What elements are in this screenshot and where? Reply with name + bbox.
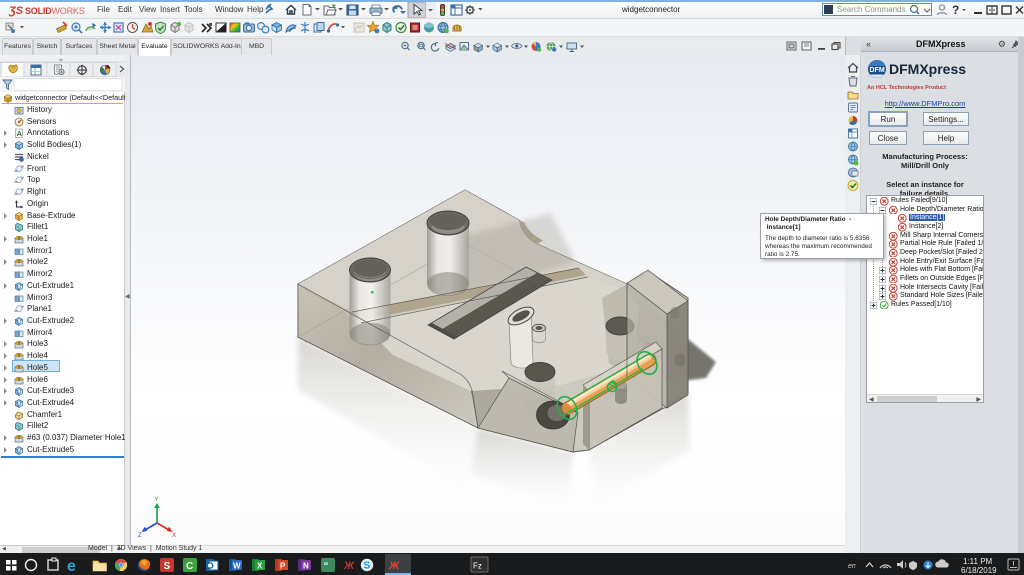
svg-text:X: X bbox=[257, 562, 263, 571]
svg-text:S: S bbox=[164, 561, 171, 572]
svg-text:N: N bbox=[303, 562, 309, 571]
svg-text:S: S bbox=[364, 561, 371, 572]
svg-text:?: ? bbox=[952, 3, 959, 17]
svg-text:“: “ bbox=[324, 561, 329, 572]
svg-text:W: W bbox=[233, 562, 241, 571]
svg-text:Ж: Ж bbox=[343, 560, 355, 572]
svg-text:X: X bbox=[172, 533, 176, 539]
svg-text:C: C bbox=[186, 561, 193, 572]
svg-text:Z: Z bbox=[138, 533, 142, 539]
svg-text:Y: Y bbox=[155, 497, 159, 503]
svg-text:Fz: Fz bbox=[473, 562, 482, 571]
svg-text:DFMXpress: DFMXpress bbox=[889, 61, 966, 77]
svg-text:P: P bbox=[280, 562, 286, 571]
svg-text:ƷS: ƷS bbox=[9, 5, 24, 17]
svg-text:Ж: Ж bbox=[388, 560, 400, 572]
svg-text:e: e bbox=[67, 558, 76, 575]
svg-text:A: A bbox=[17, 129, 23, 138]
svg-text:SOLIDWORKS: SOLIDWORKS bbox=[25, 6, 85, 16]
svg-text:DFM: DFM bbox=[870, 67, 885, 74]
svg-text:6/18/2019: 6/18/2019 bbox=[961, 566, 997, 575]
svg-text:1:11 PM: 1:11 PM bbox=[963, 557, 993, 566]
svg-text:𝑒𝑛: 𝑒𝑛 bbox=[848, 563, 856, 570]
